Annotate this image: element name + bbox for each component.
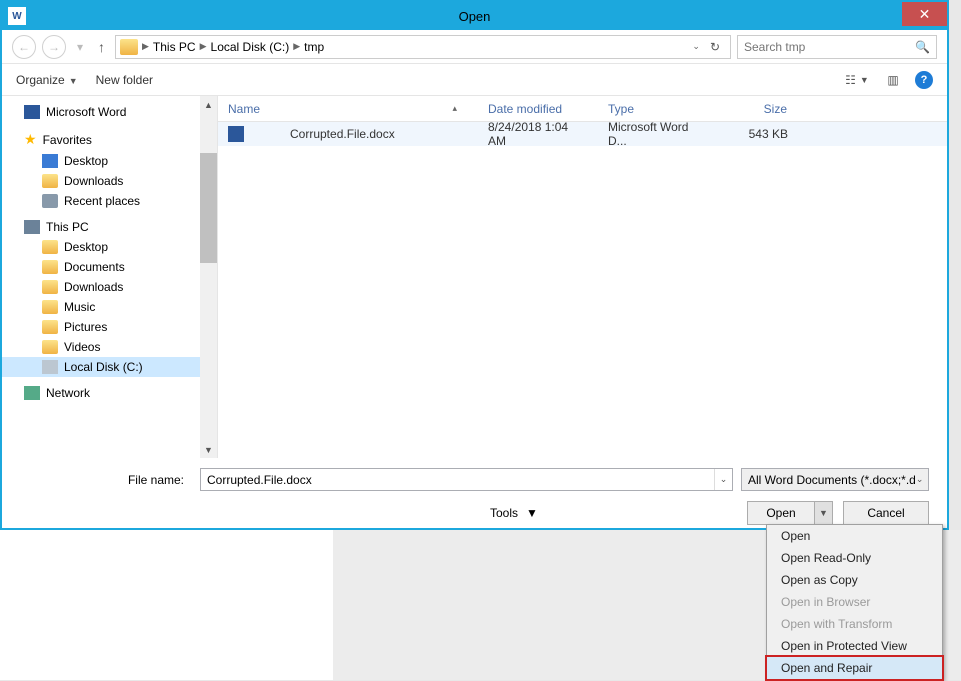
- menu-open[interactable]: Open: [767, 525, 942, 547]
- recent-icon: [42, 194, 58, 208]
- tree-pc-pictures[interactable]: Pictures: [2, 317, 217, 337]
- nav-tree: Microsoft Word ★Favorites Desktop Downlo…: [2, 96, 218, 458]
- help-button[interactable]: ?: [915, 71, 933, 89]
- filename-input[interactable]: [201, 473, 714, 487]
- breadcrumb-sep-icon: ▶: [200, 41, 207, 52]
- tree-pc-music[interactable]: Music: [2, 297, 217, 317]
- folder-icon: [42, 174, 58, 188]
- preview-pane-button[interactable]: ▥: [879, 69, 907, 91]
- window-title: Open: [459, 9, 491, 24]
- column-headers: Name▴ Date modified Type Size: [218, 96, 947, 122]
- open-button[interactable]: Open ▼: [747, 501, 833, 525]
- close-button[interactable]: ✕: [902, 2, 947, 26]
- tree-pc-videos[interactable]: Videos: [2, 337, 217, 357]
- filename-label: File name:: [20, 473, 192, 487]
- tree-pc-documents[interactable]: Documents: [2, 257, 217, 277]
- desktop-icon: [42, 154, 58, 168]
- open-dialog-window: W Open ✕ ← → ▾ ↑ ▶ This PC ▶ Local Disk …: [0, 0, 949, 530]
- toolbar: Organize▼ New folder ☷ ▼ ▥ ?: [2, 64, 947, 96]
- menu-open-protected[interactable]: Open in Protected View: [767, 635, 942, 657]
- tree-network[interactable]: Network: [2, 383, 217, 403]
- word-app-icon: W: [8, 7, 26, 25]
- folder-icon: [42, 320, 58, 334]
- filetype-filter[interactable]: All Word Documents (*.docx;*.d ⌄: [741, 468, 929, 491]
- word-icon: [24, 105, 40, 119]
- open-dropdown-menu: Open Open Read-Only Open as Copy Open in…: [766, 524, 943, 680]
- folder-icon: [120, 39, 138, 55]
- tree-word[interactable]: Microsoft Word: [2, 102, 217, 122]
- folder-icon: [42, 300, 58, 314]
- tools-menu[interactable]: Tools▼: [490, 506, 538, 520]
- search-icon[interactable]: 🔍: [915, 40, 930, 54]
- file-name: Corrupted.File.docx: [290, 127, 395, 141]
- tree-scrollbar[interactable]: ▲ ▼: [200, 96, 217, 458]
- tree-pc-desktop[interactable]: Desktop: [2, 237, 217, 257]
- tree-fav-downloads[interactable]: Downloads: [2, 171, 217, 191]
- scroll-down-icon[interactable]: ▼: [200, 441, 217, 458]
- organize-menu[interactable]: Organize▼: [16, 73, 78, 87]
- breadcrumb-sep-icon: ▶: [293, 41, 300, 52]
- col-date-header[interactable]: Date modified: [478, 102, 598, 116]
- filename-dropdown-icon[interactable]: ⌄: [714, 469, 732, 490]
- menu-open-repair[interactable]: Open and Repair: [765, 655, 944, 681]
- sort-asc-icon: ▴: [452, 103, 457, 114]
- tree-thispc[interactable]: This PC: [2, 217, 217, 237]
- forward-button[interactable]: →: [42, 35, 66, 59]
- file-type: Microsoft Word D...: [598, 120, 718, 148]
- folder-icon: [42, 340, 58, 354]
- dialog-body: Microsoft Word ★Favorites Desktop Downlo…: [2, 96, 947, 458]
- file-list-pane: Name▴ Date modified Type Size Corrupted.…: [218, 96, 947, 458]
- scroll-up-icon[interactable]: ▲: [200, 96, 217, 113]
- scroll-thumb[interactable]: [200, 153, 217, 263]
- address-bar[interactable]: ▶ This PC ▶ Local Disk (C:) ▶ tmp ⌄ ↻: [115, 35, 731, 59]
- tree-fav-recent[interactable]: Recent places: [2, 191, 217, 211]
- addr-dropdown-icon[interactable]: ⌄: [692, 41, 700, 52]
- search-box[interactable]: 🔍: [737, 35, 937, 59]
- tree-pc-downloads[interactable]: Downloads: [2, 277, 217, 297]
- col-name-header[interactable]: Name▴: [218, 102, 478, 116]
- search-input[interactable]: [744, 40, 915, 54]
- view-options-button[interactable]: ☷ ▼: [843, 69, 871, 91]
- refresh-button[interactable]: ↻: [704, 40, 726, 54]
- tree-fav-desktop[interactable]: Desktop: [2, 151, 217, 171]
- nav-bar: ← → ▾ ↑ ▶ This PC ▶ Local Disk (C:) ▶ tm…: [2, 30, 947, 64]
- filter-dropdown-icon[interactable]: ⌄: [916, 474, 924, 485]
- chevron-down-icon: ▼: [526, 506, 538, 520]
- history-dropdown[interactable]: ▾: [72, 35, 88, 59]
- up-button[interactable]: ↑: [94, 39, 109, 55]
- col-size-header[interactable]: Size: [718, 102, 798, 116]
- menu-open-copy[interactable]: Open as Copy: [767, 569, 942, 591]
- col-type-header[interactable]: Type: [598, 102, 718, 116]
- new-folder-button[interactable]: New folder: [96, 73, 153, 87]
- filter-label: All Word Documents (*.docx;*.d: [748, 473, 916, 487]
- file-date: 8/24/2018 1:04 AM: [478, 120, 598, 148]
- pc-icon: [24, 220, 40, 234]
- network-icon: [24, 386, 40, 400]
- folder-icon: [42, 240, 58, 254]
- disk-icon: [42, 360, 58, 374]
- breadcrumb-disk[interactable]: Local Disk (C:): [211, 40, 290, 54]
- star-icon: ★: [24, 131, 37, 148]
- breadcrumb-thispc[interactable]: This PC: [153, 40, 196, 54]
- cancel-button[interactable]: Cancel: [843, 501, 929, 525]
- titlebar: W Open ✕: [2, 2, 947, 30]
- menu-open-browser: Open in Browser: [767, 591, 942, 613]
- back-button[interactable]: ←: [12, 35, 36, 59]
- breadcrumb-tmp[interactable]: tmp: [304, 40, 324, 54]
- file-size: 543 KB: [718, 127, 798, 141]
- docx-icon: [228, 126, 244, 142]
- menu-open-transform: Open with Transform: [767, 613, 942, 635]
- folder-icon: [42, 260, 58, 274]
- menu-open-readonly[interactable]: Open Read-Only: [767, 547, 942, 569]
- breadcrumb-sep-icon: ▶: [142, 41, 149, 52]
- filename-combo[interactable]: ⌄: [200, 468, 733, 491]
- folder-icon: [42, 280, 58, 294]
- open-split-dropdown[interactable]: ▼: [814, 502, 832, 524]
- tree-pc-disk[interactable]: Local Disk (C:): [2, 357, 217, 377]
- tree-favorites[interactable]: ★Favorites: [2, 128, 217, 151]
- file-row[interactable]: Corrupted.File.docx 8/24/2018 1:04 AM Mi…: [218, 122, 947, 146]
